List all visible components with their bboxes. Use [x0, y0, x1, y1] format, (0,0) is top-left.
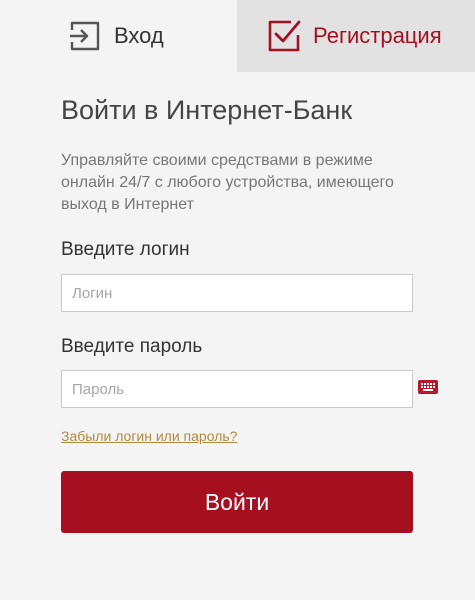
virtual-keyboard-button[interactable] — [418, 380, 438, 394]
password-label: Введите пароль — [61, 336, 203, 357]
password-input[interactable] — [61, 370, 413, 408]
forgot-credentials-link[interactable]: Забыли логин или пароль? — [61, 428, 237, 444]
page-subtitle: Управляйте своими средствами в режиме он… — [61, 152, 394, 213]
auth-tabs: Вход Регистрация — [0, 0, 475, 72]
page-title: Войти в Интернет-Банк — [61, 95, 353, 125]
tab-register[interactable]: Регистрация — [237, 0, 475, 72]
checkbox-check-icon — [267, 19, 301, 53]
login-input[interactable] — [61, 274, 413, 312]
login-submit-button[interactable]: Войти — [61, 471, 413, 533]
tab-register-label: Регистрация — [313, 23, 442, 48]
virtual-keyboard-icon — [418, 380, 438, 394]
login-label: Введите логин — [61, 239, 190, 260]
tab-login-label: Вход — [114, 23, 164, 48]
tab-login[interactable]: Вход — [0, 0, 237, 72]
login-arrow-icon — [68, 19, 102, 53]
